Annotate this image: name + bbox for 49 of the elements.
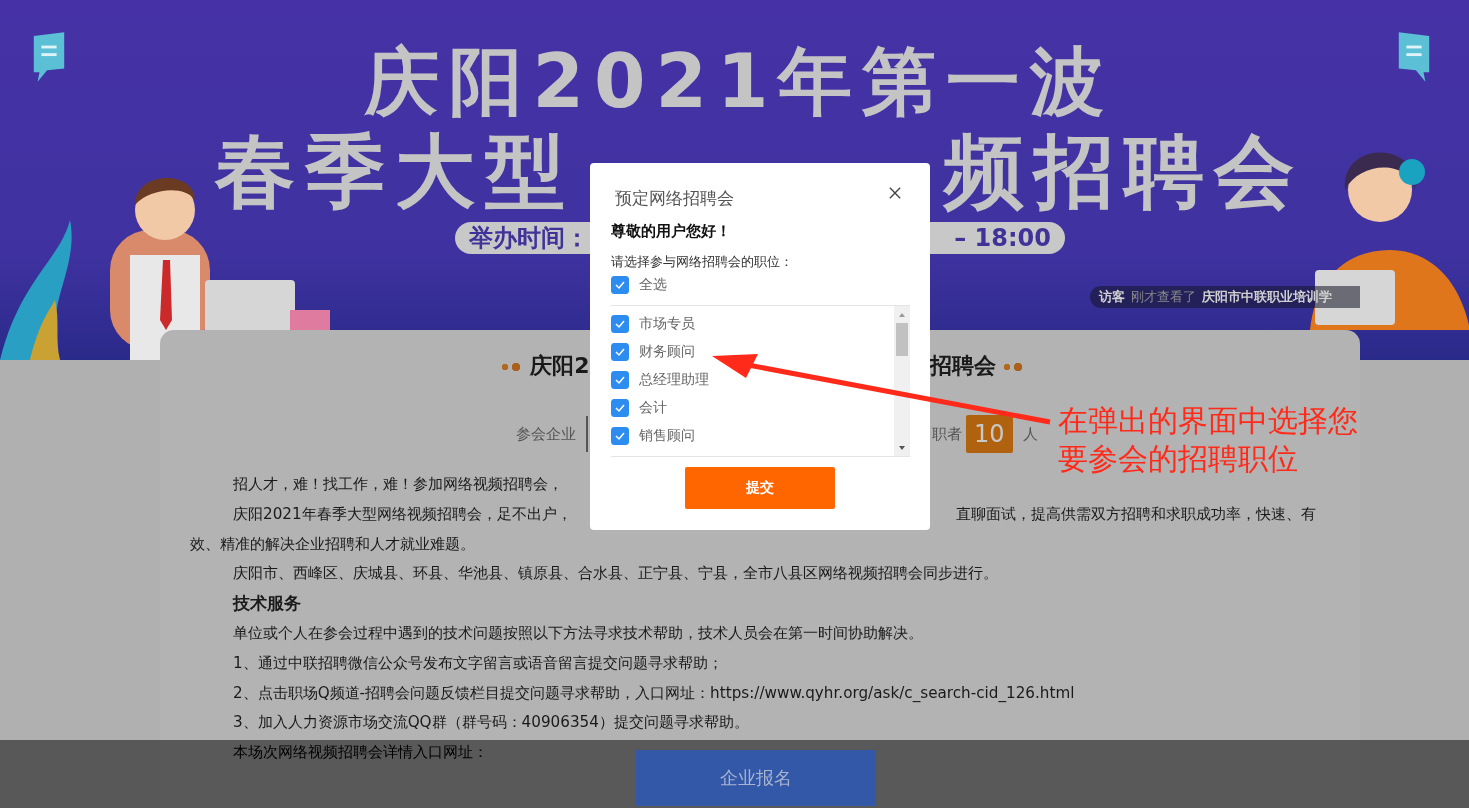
annotation-text: 在弹出的界面中选择您要参会的招聘职位 [1058, 402, 1359, 478]
ticker-company: 庆阳市中联职业培训学 [1202, 288, 1332, 306]
card-title: 招聘会 [929, 348, 1032, 384]
checkbox[interactable] [611, 399, 629, 417]
paragraph: 单位或个人在参会过程中遇到的技术问题按照以下方法寻求技术帮助，技术人员会在第一时间协助解决。 [232, 623, 923, 644]
checkbox-label: 会计 [639, 399, 667, 417]
check-icon [614, 318, 626, 330]
checkbox-label: 全选 [639, 276, 667, 294]
checkbox[interactable] [611, 371, 629, 389]
check-icon [614, 430, 626, 442]
paragraph: 2、点击职场Q频道-招聘会问题反馈栏目提交问题寻求帮助，入口网址：https://www.qyhr.org/ask/c_search-cid_126.html [232, 682, 1075, 704]
prompt-text: 请选择参与网络招聘会的职位： [611, 253, 794, 271]
stat-count: 10 [966, 415, 1013, 453]
banner-title: 庆阳2021年第一波 [363, 37, 1115, 126]
checkbox-label: 总经理助理 [639, 371, 709, 389]
paragraph: 本场次网络视频招聘会详情入口网址： [232, 742, 488, 764]
checkbox-label: 市场专员 [639, 315, 695, 333]
checkbox-label: 财务顾问 [639, 343, 695, 361]
paragraph: 效、精准的解决企业招聘和人才就业难题。 [190, 533, 475, 555]
close-icon[interactable] [889, 187, 901, 199]
paragraph: 直聊面试，提高供需双方招聘和求职成功率，快速、有 [956, 503, 1316, 525]
checkbox-label: 销售顾问 [639, 427, 695, 445]
checkbox[interactable] [611, 315, 629, 333]
greeting-text: 尊敬的用户您好！ [611, 222, 732, 241]
check-icon [614, 279, 626, 291]
scrollbar[interactable] [894, 306, 910, 456]
stat-label: 职者 [932, 424, 962, 444]
check-icon [614, 402, 626, 414]
paragraph: 庆阳2021年春季大型网络视频招聘会，足不出户， [232, 503, 572, 525]
stat-unit: 人 [1022, 424, 1038, 444]
checkbox[interactable] [611, 276, 629, 294]
ticker-label: 访客 [1099, 288, 1125, 306]
check-icon [614, 346, 626, 358]
dialog-title: 预定网络招聘会 [614, 187, 734, 210]
paragraph: 庆阳市、西峰区、庆城县、环县、华池县、镇原县、合水县、正宁县、宁县，全市八县区网络视频招聘会同步进行。 [232, 563, 998, 585]
ticker-action: 刚才查看了 [1131, 288, 1196, 306]
card-title: 庆阳2 [494, 348, 590, 384]
submit-button[interactable]: 提交 [685, 467, 835, 509]
stat-label: 参会企业 [516, 424, 576, 444]
checkbox[interactable] [611, 343, 629, 361]
paragraph: 1、通过中联招聘微信公众号发布文字留言或语音留言提交问题寻求帮助； [232, 652, 723, 674]
banner-subtitle: 春季大型 [215, 126, 575, 218]
signup-button[interactable]: 企业报名 [636, 750, 876, 806]
paragraph: 3、加入人力资源市场交流QQ群（群号码：40906354）提交问题寻求帮助。 [232, 712, 749, 734]
section-heading: 技术服务 [231, 592, 301, 616]
checkbox[interactable] [611, 427, 629, 445]
check-icon [614, 374, 626, 386]
paragraph: 招人才，难！找工作，难！参加网络视频招聘会， [232, 474, 563, 495]
banner-subtitle: 频招聘会 [944, 126, 1304, 218]
